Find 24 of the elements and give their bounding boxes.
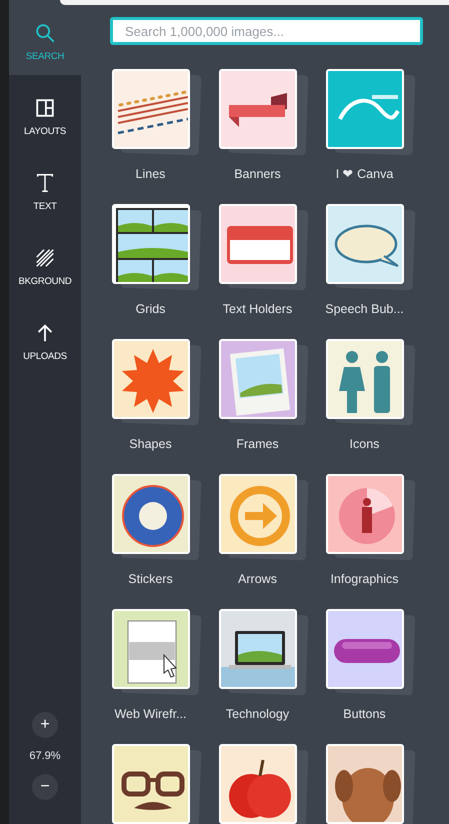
category-label: Web Wirefr... xyxy=(114,706,186,723)
category-label: Speech Bub... xyxy=(325,301,404,318)
category-label: Icons xyxy=(350,436,380,453)
sidebar-tab[interactable]: SEARCH xyxy=(9,0,81,75)
zoom-in-button[interactable]: + xyxy=(32,712,58,738)
zoom-out-button[interactable]: − xyxy=(32,774,58,800)
hatch-icon xyxy=(34,247,56,269)
category-label: Technology xyxy=(226,706,290,723)
category-label: Shapes xyxy=(129,436,172,453)
search-icon xyxy=(34,22,56,44)
search-field[interactable]: Search 1,000,000 images... xyxy=(110,17,423,45)
category-label: Stickers xyxy=(128,571,173,588)
category-label: I ❤ Canva xyxy=(336,166,394,183)
text-icon xyxy=(34,172,56,194)
category-label: Buttons xyxy=(343,706,386,723)
category-label: Grids xyxy=(136,301,166,318)
category-label: Frames xyxy=(236,436,279,453)
category-label: Banners xyxy=(234,166,281,183)
layout-icon xyxy=(34,97,56,119)
category-label: Text Holders xyxy=(222,301,292,318)
zoom-level: 67.9% xyxy=(29,748,61,764)
category-label: Arrows xyxy=(238,571,277,588)
category-label: Infographics xyxy=(330,571,399,588)
category-label: Lines xyxy=(136,166,166,183)
